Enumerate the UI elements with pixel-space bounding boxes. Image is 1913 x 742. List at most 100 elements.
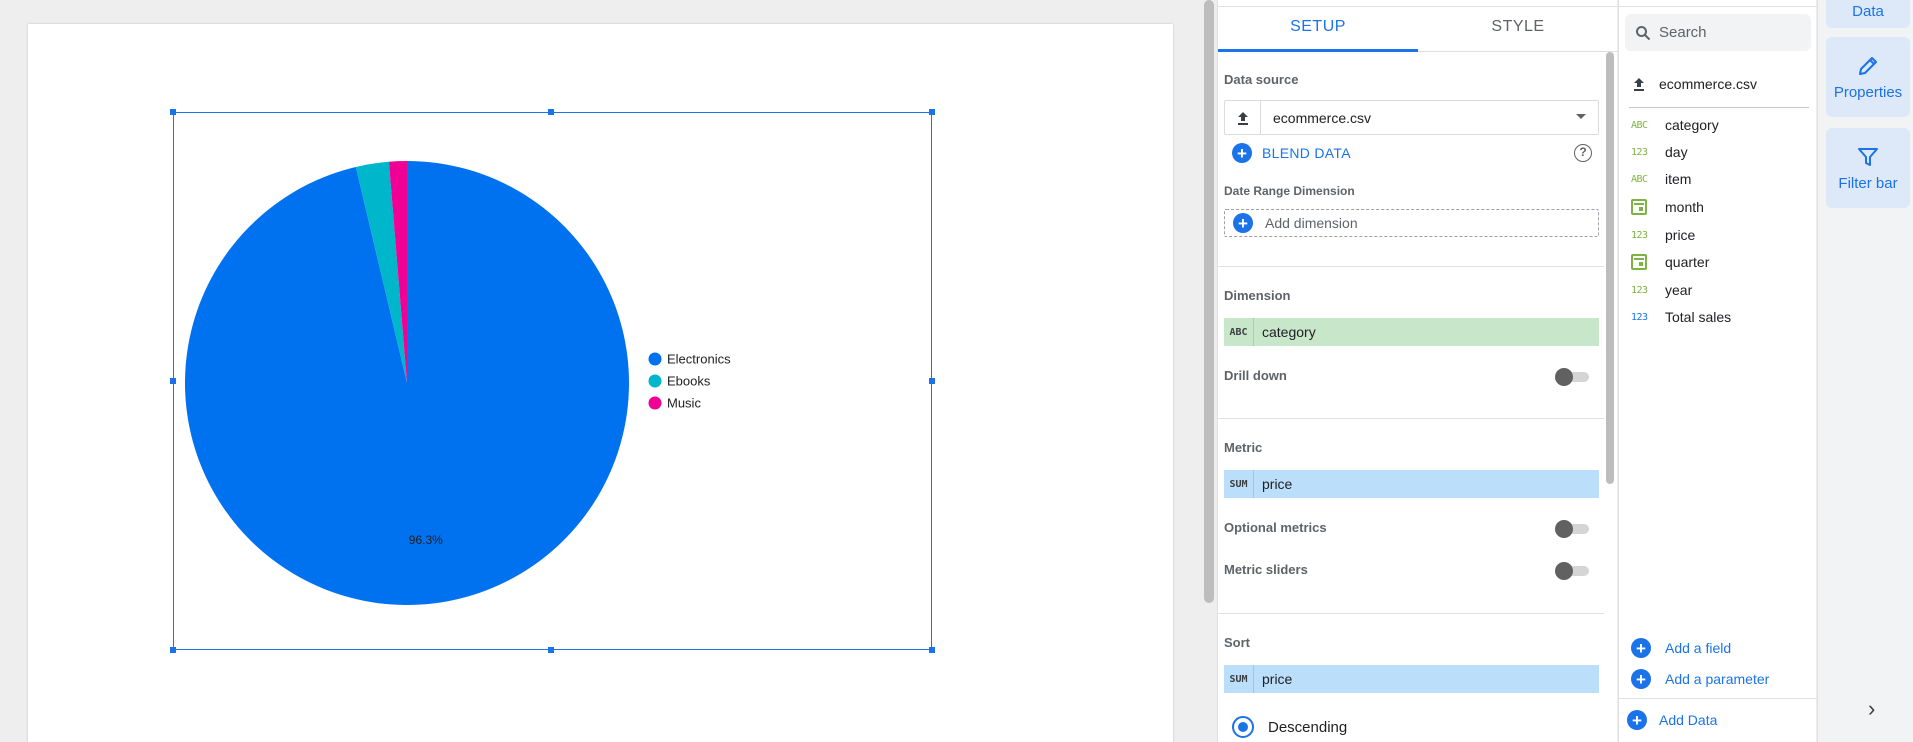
field-item-item[interactable]: ABC item bbox=[1631, 168, 1691, 190]
resize-handle-right[interactable] bbox=[929, 378, 935, 384]
resize-handle-top[interactable] bbox=[548, 109, 554, 115]
legend-swatch bbox=[648, 396, 662, 410]
calendar-icon bbox=[1631, 199, 1647, 215]
calendar-icon bbox=[1631, 254, 1647, 270]
field-name: category bbox=[1665, 117, 1719, 133]
optional-metrics-label: Optional metrics bbox=[1224, 520, 1327, 535]
field-name: quarter bbox=[1665, 254, 1710, 270]
pie-chart-component[interactable]: 96.3% Electronics Ebooks Music bbox=[170, 109, 935, 653]
resize-handle-bottom[interactable] bbox=[548, 647, 554, 653]
sort-field-name: price bbox=[1262, 671, 1293, 687]
field-item-year[interactable]: 123 year bbox=[1631, 279, 1692, 301]
add-parameter-button[interactable]: + Add a parameter bbox=[1631, 669, 1769, 689]
field-item-month[interactable]: month bbox=[1631, 196, 1704, 218]
blend-data-label: BLEND DATA bbox=[1262, 145, 1351, 161]
add-field-label: Add a field bbox=[1665, 640, 1732, 656]
properties-rail-label: Properties bbox=[1833, 83, 1903, 101]
dimension-chip[interactable]: ABC category bbox=[1224, 318, 1599, 346]
field-name: Total sales bbox=[1665, 309, 1732, 325]
add-field-button[interactable]: + Add a field bbox=[1631, 638, 1731, 658]
legend-item-electronics[interactable]: Electronics bbox=[667, 352, 731, 367]
pie-chart: 96.3% Electronics Ebooks Music bbox=[185, 161, 731, 605]
sort-heading: Sort bbox=[1224, 635, 1250, 650]
properties-rail-button[interactable]: Properties bbox=[1826, 37, 1910, 117]
help-icon[interactable]: ? bbox=[1574, 144, 1592, 162]
tab-style[interactable]: STYLE bbox=[1418, 7, 1618, 52]
sort-descending-option[interactable]: Descending bbox=[1232, 716, 1347, 738]
add-dimension-label: Add dimension bbox=[1265, 215, 1358, 231]
data-source-name: ecommerce.csv bbox=[1273, 110, 1372, 126]
field-name: item bbox=[1665, 171, 1692, 187]
field-item-total-sales[interactable]: 123 Total sales bbox=[1631, 306, 1731, 328]
section-divider bbox=[1218, 613, 1604, 614]
metric-chip[interactable]: SUM price bbox=[1224, 470, 1599, 498]
field-item-category[interactable]: ABC category bbox=[1631, 114, 1719, 136]
dimension-field-name: category bbox=[1262, 324, 1316, 340]
legend-item-ebooks[interactable]: Ebooks bbox=[667, 374, 711, 389]
legend-item-music[interactable]: Music bbox=[667, 396, 701, 411]
setup-scrollbar[interactable] bbox=[1606, 52, 1614, 484]
number-type-icon: 123 bbox=[1631, 284, 1648, 296]
data-source-selector[interactable]: ecommerce.csv bbox=[1224, 100, 1599, 135]
dimension-heading: Dimension bbox=[1224, 288, 1291, 303]
field-item-price[interactable]: 123 price bbox=[1631, 224, 1695, 246]
sort-chip[interactable]: SUM price bbox=[1224, 665, 1599, 693]
field-item-day[interactable]: 123 day bbox=[1631, 141, 1688, 163]
add-circle-icon: + bbox=[1233, 213, 1253, 233]
field-source[interactable]: ecommerce.csv bbox=[1631, 76, 1757, 92]
tab-setup[interactable]: SETUP bbox=[1218, 7, 1418, 52]
date-range-heading: Date Range Dimension bbox=[1224, 184, 1355, 198]
resize-handle-bottom-left[interactable] bbox=[170, 647, 176, 653]
data-fields-panel: Search ecommerce.csv ABC category 123 da… bbox=[1618, 0, 1817, 742]
add-data-button[interactable]: + Add Data bbox=[1627, 710, 1717, 730]
search-icon bbox=[1636, 25, 1651, 40]
field-source-name: ecommerce.csv bbox=[1659, 76, 1758, 92]
metric-sliders-label: Metric sliders bbox=[1224, 562, 1308, 577]
canvas-scrollbar[interactable] bbox=[1204, 0, 1214, 603]
resize-handle-left[interactable] bbox=[170, 378, 176, 384]
pie-data-label: 96.3% bbox=[409, 533, 443, 547]
number-type-icon: 123 bbox=[1631, 229, 1648, 241]
panel-top-divider bbox=[1619, 6, 1817, 7]
drill-down-toggle[interactable] bbox=[1555, 368, 1593, 386]
chevron-down-icon bbox=[1576, 114, 1586, 119]
metric-heading: Metric bbox=[1224, 440, 1263, 455]
data-rail-button[interactable]: Data bbox=[1826, 0, 1910, 28]
sum-aggregation-icon: SUM bbox=[1224, 665, 1254, 693]
drill-down-label: Drill down bbox=[1224, 368, 1287, 383]
chart-properties-panel: SETUP STYLE Data source ecommerce.csv + … bbox=[1217, 0, 1618, 742]
number-type-icon: 123 bbox=[1631, 146, 1648, 158]
field-search-input[interactable]: Search bbox=[1625, 14, 1811, 51]
metric-field-name: price bbox=[1262, 476, 1293, 492]
optional-metrics-toggle[interactable] bbox=[1555, 520, 1593, 538]
field-name: year bbox=[1665, 282, 1693, 298]
field-name: month bbox=[1665, 199, 1704, 215]
add-circle-icon: + bbox=[1232, 143, 1252, 163]
legend-swatch bbox=[648, 352, 662, 366]
report-canvas: 96.3% Electronics Ebooks Music bbox=[0, 0, 1203, 742]
report-page[interactable]: 96.3% Electronics Ebooks Music bbox=[28, 24, 1173, 742]
legend-swatch bbox=[648, 374, 662, 388]
metric-sliders-toggle[interactable] bbox=[1555, 562, 1593, 580]
resize-handle-top-right[interactable] bbox=[929, 109, 935, 115]
field-item-quarter[interactable]: quarter bbox=[1631, 251, 1709, 273]
add-circle-icon: + bbox=[1627, 710, 1647, 730]
fields-footer-divider bbox=[1619, 698, 1817, 699]
resize-handle-bottom-right[interactable] bbox=[929, 647, 935, 653]
filter-bar-rail-button[interactable]: Filter bar bbox=[1826, 128, 1910, 208]
section-divider bbox=[1218, 418, 1604, 419]
right-rail: Data Properties Filter bar bbox=[1817, 0, 1913, 742]
chevron-right-icon[interactable]: › bbox=[1868, 696, 1875, 722]
field-name: price bbox=[1665, 227, 1696, 243]
panel-tabs: SETUP STYLE bbox=[1218, 7, 1618, 52]
number-type-icon: 123 bbox=[1631, 311, 1648, 323]
add-circle-icon: + bbox=[1631, 669, 1651, 689]
text-type-icon: ABC bbox=[1224, 318, 1254, 346]
text-type-icon: ABC bbox=[1631, 119, 1648, 131]
add-date-range-dimension[interactable]: + Add dimension bbox=[1224, 209, 1599, 237]
resize-handle-top-left[interactable] bbox=[170, 109, 176, 115]
data-source-heading: Data source bbox=[1224, 72, 1299, 87]
field-name: day bbox=[1665, 144, 1688, 160]
pencil-icon bbox=[1859, 56, 1877, 75]
blend-data-button[interactable]: + BLEND DATA bbox=[1232, 143, 1351, 163]
